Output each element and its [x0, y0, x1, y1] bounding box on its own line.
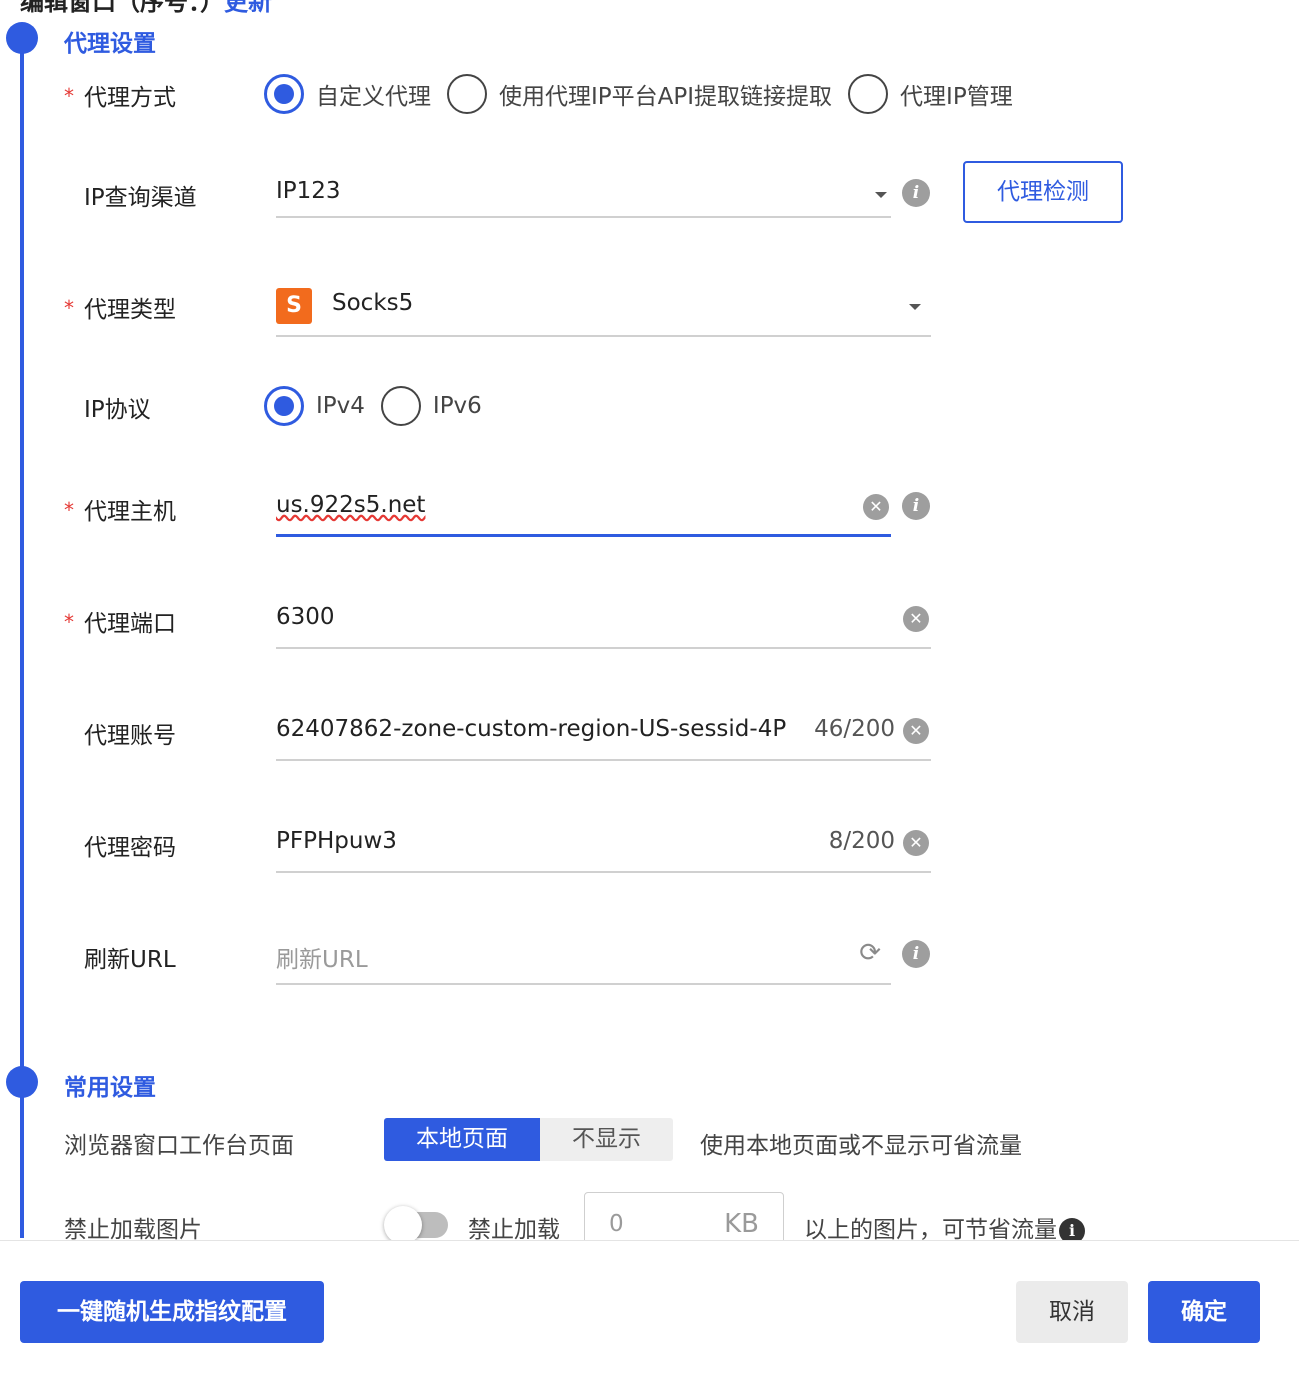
timeline-dot-proxy	[6, 22, 38, 54]
radio-circle	[848, 74, 889, 114]
radio-circle	[264, 74, 304, 114]
section-title-common: 常用设置	[64, 1075, 156, 1101]
timeline-line	[20, 38, 24, 1238]
chevron-down-icon	[875, 192, 887, 198]
block-images-hint: 以上的图片，可节省流量 i	[804, 1210, 1085, 1244]
footer-bar: 一键随机生成指纹配置 取消 确定	[0, 1240, 1299, 1383]
clear-icon[interactable]: ✕	[903, 830, 929, 856]
proxy-password-input[interactable]: PFPHpuw3 8/200 ✕	[276, 828, 931, 873]
chevron-down-icon	[909, 304, 921, 310]
proxy-type-label: 代理类型	[84, 297, 176, 323]
radio-circle	[264, 386, 304, 426]
proxy-password-value: PFPHpuw3	[276, 828, 397, 854]
radio-label: IPv6	[432, 393, 482, 419]
proxy-account-label: 代理账号	[84, 723, 176, 749]
image-size-unit: KB	[724, 1209, 759, 1239]
required-mark: *	[64, 84, 74, 108]
random-fingerprint-button[interactable]: 一键随机生成指纹配置	[20, 1281, 324, 1343]
block-images-toggle[interactable]	[384, 1206, 448, 1244]
refresh-url-input[interactable]: 刷新URL ⟳	[276, 938, 891, 985]
block-images-label: 禁止加载图片	[64, 1217, 202, 1243]
proxy-port-value: 6300	[276, 604, 335, 630]
required-mark: *	[64, 498, 74, 522]
window-title: 编辑窗口（序号：）更新	[20, 0, 272, 17]
radio-ipv6[interactable]: IPv6	[380, 386, 482, 426]
proxy-host-value: us.922s5.net	[276, 492, 426, 518]
proxy-mode-radio-group: 自定义代理 使用代理IP平台API提取链接提取 代理IP管理	[264, 74, 1029, 114]
info-icon[interactable]: i	[902, 492, 930, 520]
radio-custom-proxy[interactable]: 自定义代理	[264, 74, 431, 114]
proxy-host-label: 代理主机	[84, 499, 176, 525]
proxy-port-label: 代理端口	[84, 611, 176, 637]
proxy-type-select[interactable]: S Socks5	[276, 288, 931, 337]
radio-circle	[380, 386, 421, 426]
ip-channel-label: IP查询渠道	[84, 185, 197, 211]
ip-protocol-label: IP协议	[84, 397, 151, 423]
proxy-mode-label: 代理方式	[84, 85, 176, 111]
window-title-link[interactable]: 更新	[224, 0, 272, 16]
refresh-url-placeholder: 刷新URL	[276, 947, 368, 973]
radio-label: 使用代理IP平台API提取链接提取	[499, 84, 833, 110]
block-images-prefix: 禁止加载	[468, 1217, 560, 1243]
socks5-icon: S	[276, 288, 312, 324]
refresh-icon[interactable]: ⟳	[859, 938, 881, 968]
radio-label: 自定义代理	[316, 84, 431, 110]
required-mark: *	[64, 296, 74, 320]
confirm-button[interactable]: 确定	[1148, 1281, 1260, 1343]
char-counter: 46/200	[814, 716, 895, 742]
clear-icon[interactable]: ✕	[903, 718, 929, 744]
proxy-port-input[interactable]: 6300 ✕	[276, 604, 931, 649]
toggle-knob	[384, 1206, 422, 1244]
proxy-check-button[interactable]: 代理检测	[963, 161, 1123, 223]
segment-hide[interactable]: 不显示	[540, 1118, 673, 1161]
ip-protocol-radio-group: IPv4 IPv6	[264, 386, 498, 426]
info-icon[interactable]: i	[902, 940, 930, 968]
radio-ipv4[interactable]: IPv4	[264, 386, 365, 426]
refresh-url-label: 刷新URL	[84, 947, 176, 973]
proxy-host-input[interactable]: us.922s5.net ✕	[276, 492, 891, 537]
proxy-account-value: 62407862-zone-custom-region-US-sessid-4P	[276, 716, 787, 742]
window-title-text: 编辑窗口（序号：）	[20, 0, 224, 16]
radio-circle	[447, 74, 487, 114]
char-counter: 8/200	[828, 828, 895, 854]
radio-ip-management[interactable]: 代理IP管理	[848, 74, 1013, 114]
radio-label: 代理IP管理	[900, 84, 1013, 110]
clear-icon[interactable]: ✕	[863, 494, 889, 520]
info-icon[interactable]: i	[902, 179, 930, 207]
cancel-button[interactable]: 取消	[1016, 1281, 1128, 1343]
radio-label: IPv4	[316, 393, 365, 419]
section-title-proxy: 代理设置	[64, 31, 156, 57]
workbench-label: 浏览器窗口工作台页面	[64, 1133, 294, 1159]
radio-api-extract[interactable]: 使用代理IP平台API提取链接提取	[447, 74, 832, 114]
proxy-type-value: Socks5	[332, 290, 414, 316]
required-mark: *	[64, 610, 74, 634]
ip-channel-value: IP123	[276, 178, 341, 204]
proxy-password-label: 代理密码	[84, 835, 176, 861]
segment-local-page[interactable]: 本地页面	[384, 1118, 540, 1161]
timeline-dot-common	[6, 1066, 38, 1098]
workbench-hint: 使用本地页面或不显示可省流量	[700, 1133, 1022, 1159]
workbench-segmented-control: 本地页面 不显示	[384, 1118, 673, 1161]
proxy-account-input[interactable]: 62407862-zone-custom-region-US-sessid-4P…	[276, 716, 931, 761]
clear-icon[interactable]: ✕	[903, 606, 929, 632]
ip-channel-select[interactable]: IP123	[276, 178, 891, 218]
image-size-value: 0	[609, 1211, 624, 1237]
